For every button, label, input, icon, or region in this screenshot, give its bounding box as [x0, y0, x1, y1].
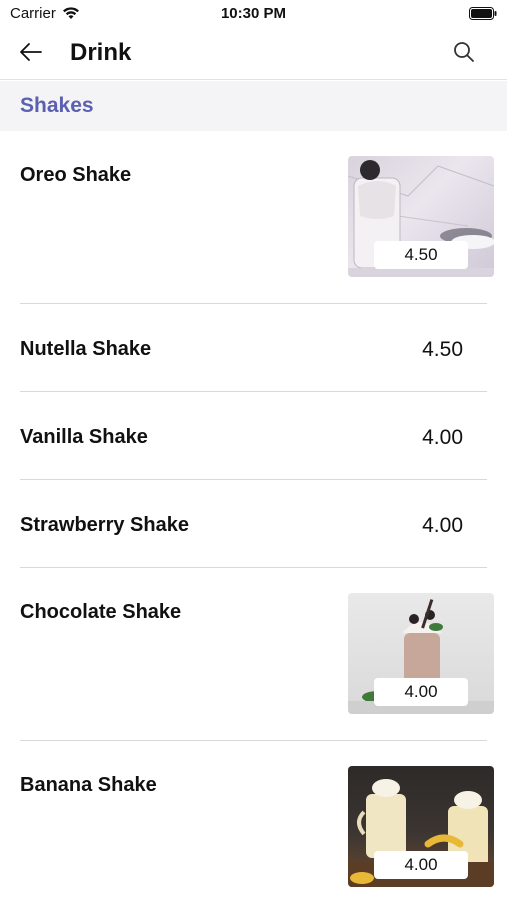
item-name: Vanilla Shake [20, 426, 148, 448]
page-title: Drink [70, 39, 132, 66]
item-name: Oreo Shake [20, 164, 132, 186]
item-price: 4.00 [422, 426, 463, 449]
search-icon [453, 41, 475, 68]
menu-item-vanilla-shake[interactable]: Vanilla Shake 4.00 [0, 392, 507, 480]
menu-item-nutella-shake[interactable]: Nutella Shake 4.50 [0, 304, 507, 392]
arrow-left-icon [19, 42, 43, 67]
battery-icon [469, 7, 497, 20]
banana-shake-photo: 4.00 [348, 766, 494, 887]
item-price: 4.00 [422, 514, 463, 537]
menu-item-strawberry-shake[interactable]: Strawberry Shake 4.00 [0, 480, 507, 568]
item-price-badge: 4.50 [374, 241, 468, 269]
item-name: Chocolate Shake [20, 601, 182, 623]
item-price: 4.50 [422, 338, 463, 361]
oreo-shake-photo: 4.50 [348, 156, 494, 277]
item-price-badge: 4.00 [374, 851, 468, 879]
section-title: Shakes [20, 94, 94, 117]
search-button[interactable] [449, 39, 479, 69]
chocolate-shake-photo: 4.00 [348, 593, 494, 714]
menu-list: Oreo Shake 4.50 Nutella Shake 4.50 Vanil… [0, 131, 507, 900]
item-name: Strawberry Shake [20, 514, 189, 536]
status-bar: Carrier 10:30 PM [0, 0, 507, 28]
back-button[interactable] [14, 38, 48, 70]
menu-item-banana-shake[interactable]: Banana Shake 4.00 [0, 741, 507, 900]
item-name: Banana Shake [20, 774, 157, 796]
item-name: Nutella Shake [20, 338, 152, 360]
menu-item-chocolate-shake[interactable]: Chocolate Shake 4.00 [0, 568, 507, 741]
section-header: Shakes [0, 81, 507, 131]
navigation-bar: Drink [0, 28, 507, 80]
item-price-badge: 4.00 [374, 678, 468, 706]
menu-item-oreo-shake[interactable]: Oreo Shake 4.50 [0, 131, 507, 304]
status-time: 10:30 PM [220, 5, 287, 22]
